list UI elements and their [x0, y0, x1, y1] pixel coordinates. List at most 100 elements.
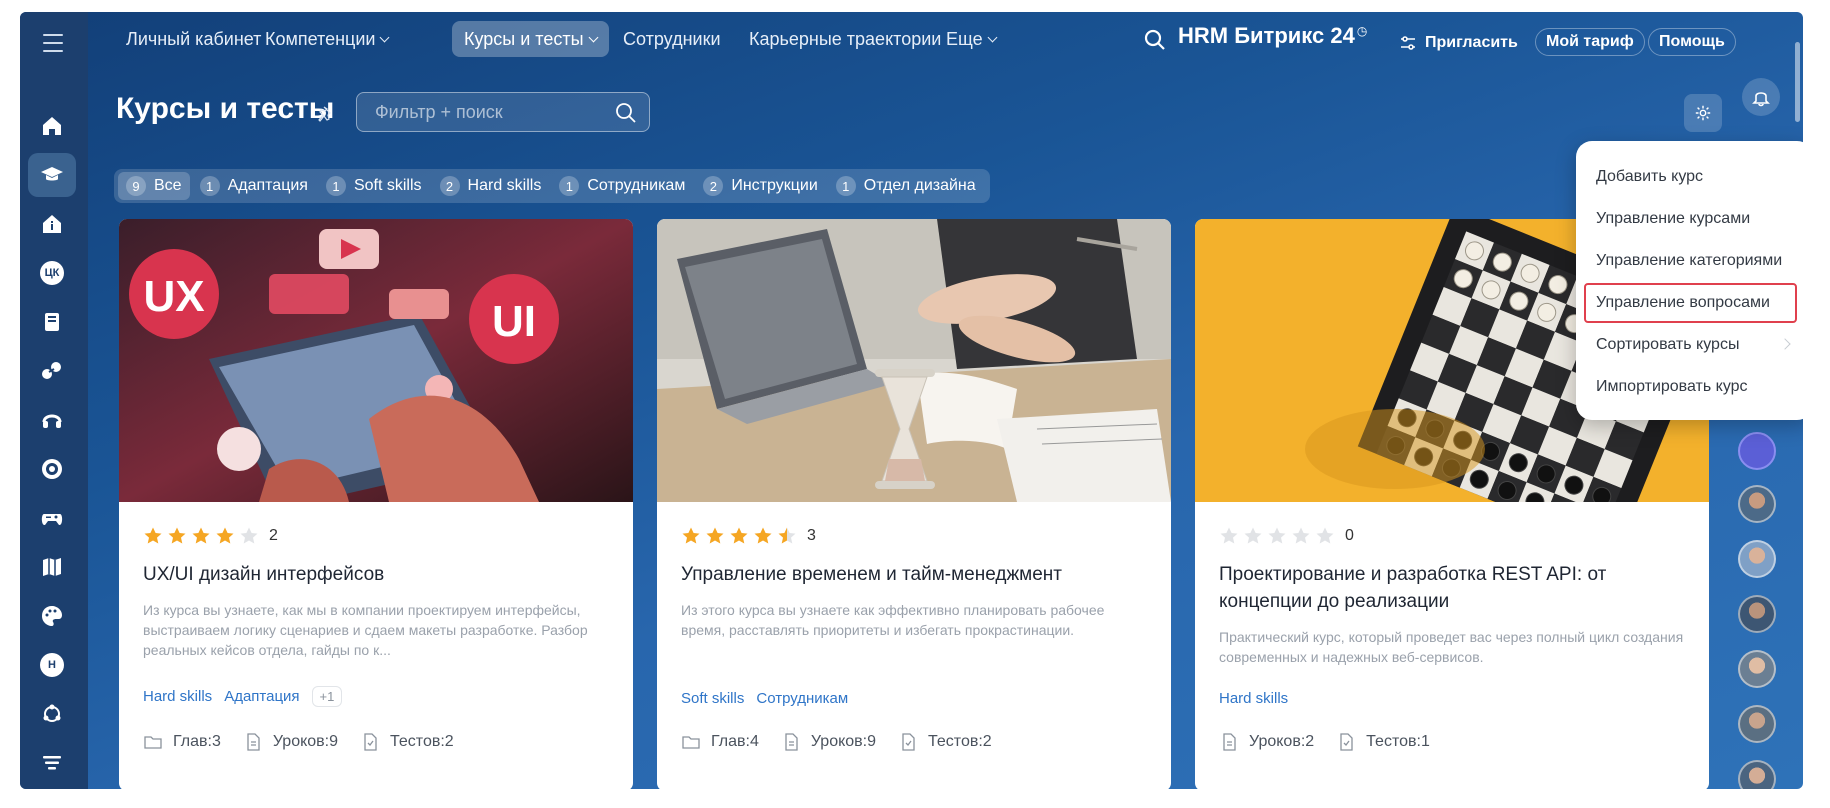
sidebar-item-filter[interactable]: [28, 741, 76, 785]
settings-button[interactable]: [1684, 94, 1722, 132]
chevron-right-icon: [1779, 338, 1791, 350]
nav-competencies[interactable]: Компетенции: [253, 21, 400, 57]
star-icon[interactable]: [1267, 526, 1287, 546]
search-icon[interactable]: [615, 102, 637, 124]
bell-icon: [1752, 92, 1770, 107]
clock-icon: ◷: [1356, 23, 1368, 38]
tag-adaptation[interactable]: 1 Адаптация: [192, 172, 316, 200]
invite-button[interactable]: Пригласить: [1425, 25, 1518, 61]
document-icon: [1223, 733, 1236, 751]
menu-manage-questions[interactable]: Управление вопросами: [1584, 283, 1797, 323]
filter-search-box[interactable]: [356, 92, 650, 132]
course-image-time-management: [657, 219, 1171, 502]
filter-search-input[interactable]: [357, 93, 607, 131]
star-icon[interactable]: [1243, 526, 1263, 546]
rail-avatar[interactable]: [1738, 540, 1776, 578]
rail-avatar[interactable]: [1738, 650, 1776, 688]
tag-employees[interactable]: 1 Сотрудникам: [551, 172, 693, 200]
more-tags-badge[interactable]: +1: [311, 686, 343, 707]
nav-employees[interactable]: Сотрудники: [611, 21, 733, 57]
tag-soft-skills[interactable]: 1 Soft skills: [318, 172, 430, 200]
star-icon[interactable]: [167, 526, 187, 546]
course-description: Из этого курса вы узнаете как эффективно…: [681, 602, 1105, 638]
star-icon[interactable]: [753, 526, 773, 546]
settings-sliders-icon[interactable]: [1399, 34, 1417, 52]
star-icon[interactable]: [191, 526, 211, 546]
palette-icon: [40, 604, 64, 628]
nav-more[interactable]: Еще: [934, 21, 1008, 57]
menu-burger-icon[interactable]: [37, 28, 69, 60]
star-icon[interactable]: [777, 526, 797, 546]
notifications-button[interactable]: [1742, 78, 1780, 116]
star-icon[interactable]: [1219, 526, 1239, 546]
course-image-uxui: UX UI: [119, 219, 633, 502]
test-icon: [364, 733, 377, 751]
course-tag[interactable]: Hard skills: [1219, 690, 1288, 707]
sidebar-item-h[interactable]: Н: [28, 643, 76, 687]
rail-avatar[interactable]: [1738, 485, 1776, 523]
pin-icon[interactable]: [316, 104, 336, 124]
menu-sort-courses[interactable]: Сортировать курсы: [1586, 325, 1803, 365]
rail-app-icon[interactable]: [1738, 432, 1776, 470]
brand-logo[interactable]: HRM Битрикс 24 ◷: [1178, 23, 1367, 49]
book-icon: [40, 310, 64, 334]
sidebar-item-support[interactable]: [28, 398, 76, 442]
tag-all[interactable]: 9 Все: [118, 172, 190, 200]
help-button[interactable]: Помощь: [1648, 28, 1736, 56]
star-icon[interactable]: [729, 526, 749, 546]
course-title[interactable]: Проектирование и разработка REST API: от…: [1219, 561, 1685, 615]
sidebar-item-courses[interactable]: [28, 153, 76, 197]
course-tag[interactable]: Soft skills: [681, 690, 744, 707]
sidebar-item-map[interactable]: [28, 545, 76, 589]
menu-add-course[interactable]: Добавить курс: [1586, 157, 1803, 197]
sidebar-item-design[interactable]: [28, 594, 76, 638]
course-tag[interactable]: Сотрудникам: [756, 690, 848, 707]
star-icon[interactable]: [705, 526, 725, 546]
star-icon[interactable]: [681, 526, 701, 546]
nav-courses-tests[interactable]: Курсы и тесты: [452, 21, 609, 57]
course-description: Из курса вы узнаете, как мы в компании п…: [143, 602, 588, 658]
tag-design-department[interactable]: 1 Отдел дизайна: [828, 172, 984, 200]
star-icon[interactable]: [143, 526, 163, 546]
rating-stars: 3: [681, 526, 816, 546]
star-icon[interactable]: [215, 526, 235, 546]
course-tag[interactable]: Адаптация: [224, 688, 299, 705]
sidebar-item-book[interactable]: [28, 300, 76, 344]
home-icon: [40, 114, 64, 138]
my-tariff-button[interactable]: Мой тариф: [1535, 28, 1645, 56]
ui-label: UI: [492, 297, 536, 346]
sidebar-item-home[interactable]: [28, 104, 76, 148]
tag-instructions[interactable]: 2 Инструкции: [695, 172, 825, 200]
tag-hard-skills[interactable]: 2 Hard skills: [432, 172, 550, 200]
course-tag[interactable]: Hard skills: [143, 688, 212, 705]
rail-avatar[interactable]: [1738, 705, 1776, 743]
nav-personal-cabinet[interactable]: Личный кабинет: [114, 21, 273, 57]
rail-avatar[interactable]: [1738, 760, 1776, 789]
sidebar-item-info[interactable]: [28, 202, 76, 246]
scrollbar[interactable]: [1795, 42, 1800, 122]
rating-count: 2: [269, 527, 278, 544]
menu-import-course[interactable]: Импортировать курс: [1586, 367, 1803, 407]
star-icon[interactable]: [1315, 526, 1335, 546]
course-title[interactable]: Управление временем и тайм-менеджмент: [681, 561, 1147, 588]
search-icon[interactable]: [1143, 28, 1167, 52]
target-icon: [40, 457, 64, 481]
star-icon[interactable]: [1291, 526, 1311, 546]
sidebar-item-games[interactable]: [28, 496, 76, 540]
letter-h-icon: Н: [40, 653, 64, 677]
sidebar-item-goals[interactable]: [28, 447, 76, 491]
course-card[interactable]: 3 Управление временем и тайм-менеджмент …: [657, 219, 1171, 789]
competencies-icon: ЦК: [40, 261, 64, 285]
sidebar-item-share[interactable]: [28, 349, 76, 393]
course-title[interactable]: UX/UI дизайн интерфейсов: [143, 561, 609, 588]
sidebar-item-competencies[interactable]: ЦК: [28, 251, 76, 295]
menu-manage-courses[interactable]: Управление курсами: [1586, 199, 1803, 239]
rail-avatar[interactable]: [1738, 595, 1776, 633]
sidebar-item-workflow[interactable]: [28, 692, 76, 736]
menu-manage-categories[interactable]: Управление категориями: [1586, 241, 1803, 281]
filter-stack-icon: [40, 751, 64, 775]
course-card[interactable]: UX UI 2 UX/UI дизайн интерфейсов Из курс…: [119, 219, 633, 789]
nav-career-paths[interactable]: Карьерные траектории: [737, 21, 953, 57]
star-icon[interactable]: [239, 526, 259, 546]
ux-label: UX: [143, 272, 204, 321]
